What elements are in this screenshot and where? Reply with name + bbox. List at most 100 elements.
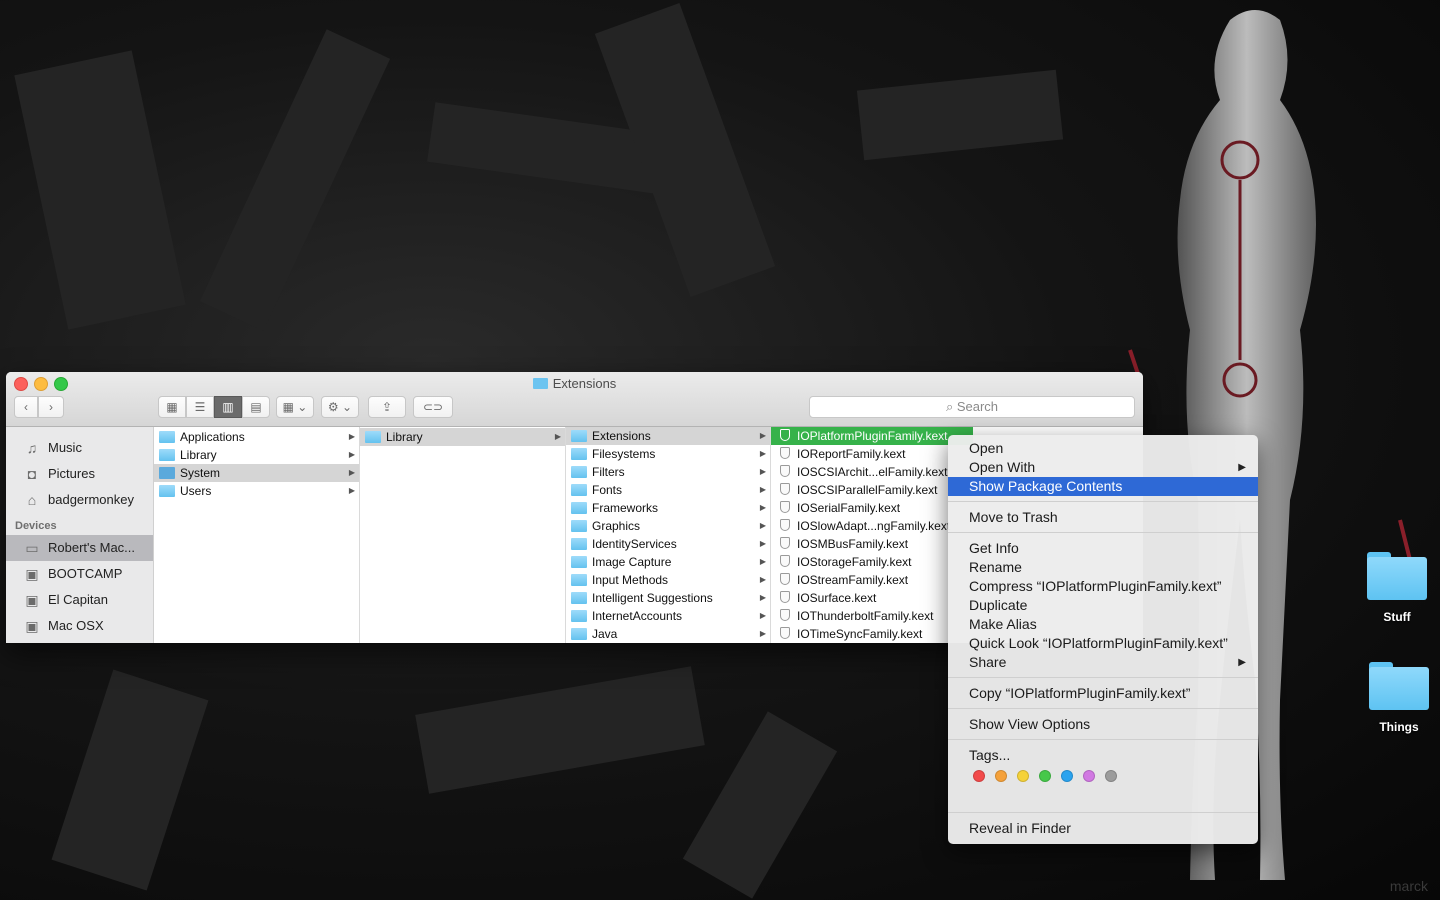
chevron-left-icon: ‹	[24, 400, 28, 414]
share-button[interactable]: ⇪	[368, 396, 406, 418]
list-item-users[interactable]: Users ▶	[154, 482, 359, 500]
view-columns-button[interactable]: ▥	[214, 396, 242, 418]
list-item-system[interactable]: System ▶	[154, 464, 359, 482]
item-label: Fonts	[592, 483, 623, 497]
grid-icon: ▦	[166, 400, 178, 414]
sidebar-item-el-capitan[interactable]: ▣ El Capitan	[6, 587, 153, 613]
menu-item-get-info[interactable]: Get Info	[948, 539, 1258, 558]
menu-item-share[interactable]: Share ▶	[948, 653, 1258, 672]
sidebar-item-bootcamp[interactable]: ▣ BOOTCAMP	[6, 561, 153, 587]
menu-item-compress[interactable]: Compress “IOPlatformPluginFamily.kext”	[948, 577, 1258, 596]
kext-icon	[780, 501, 790, 513]
menu-item-duplicate[interactable]: Duplicate	[948, 596, 1258, 615]
list-item[interactable]: Java ▶	[566, 625, 770, 643]
folder-icon	[571, 538, 587, 550]
disclosure-arrow-icon: ▶	[759, 503, 766, 512]
folder-icon	[571, 556, 587, 568]
share-icon: ⇪	[381, 400, 393, 414]
sidebar-item-home[interactable]: ⌂ badgermonkey	[6, 487, 153, 513]
list-item[interactable]: Intelligent Suggestions ▶	[566, 589, 770, 607]
arrange-button[interactable]: ▦ ⌄	[276, 396, 314, 418]
gear-icon: ⚙ ⌄	[327, 400, 353, 414]
item-label: IOStreamFamily.kext	[797, 573, 909, 587]
menu-item-tags[interactable]: Tags...	[948, 746, 1258, 765]
tag-orange[interactable]	[995, 770, 1007, 782]
item-label: IOPlatformPluginFamily.kext	[797, 429, 948, 443]
menu-item-reveal-in-finder[interactable]: Reveal in Finder	[948, 819, 1258, 838]
edit-tags-button[interactable]: ⊂⊃	[413, 396, 453, 418]
desktop-folder-stuff[interactable]: Stuff	[1357, 552, 1437, 624]
tag-blue[interactable]	[1061, 770, 1073, 782]
sidebar-section-devices: Devices	[15, 520, 57, 532]
menu-item-show-view-options[interactable]: Show View Options	[948, 715, 1258, 734]
tag-purple[interactable]	[1083, 770, 1095, 782]
list-item[interactable]: Filesystems ▶	[566, 445, 770, 463]
action-button[interactable]: ⚙ ⌄	[321, 396, 359, 418]
list-item[interactable]: Frameworks ▶	[566, 499, 770, 517]
list-item-extensions[interactable]: Extensions ▶	[566, 427, 770, 445]
menu-item-rename[interactable]: Rename	[948, 558, 1258, 577]
desktop-icon-label: Things	[1379, 720, 1419, 734]
kext-icon	[780, 537, 790, 549]
item-label: IOSerialFamily.kext	[797, 501, 901, 515]
tag-gray[interactable]	[1105, 770, 1117, 782]
view-list-button[interactable]: ☰	[186, 396, 214, 418]
kext-icon	[780, 627, 790, 639]
view-coverflow-button[interactable]: ▤	[242, 396, 270, 418]
sidebar-item-music[interactable]: ♫ Music	[6, 435, 153, 461]
menu-item-label: Share	[969, 654, 1007, 670]
menu-item-quick-look[interactable]: Quick Look “IOPlatformPluginFamily.kext”	[948, 634, 1258, 653]
list-item-library[interactable]: Library ▶	[360, 428, 565, 446]
window-titlebar: Extensions ‹ › ▦ ☰ ▥ ▤ ▦ ⌄ ⚙ ⌄ ⇪ ⊂⊃ ⌕ Se…	[6, 372, 1143, 427]
view-icons-button[interactable]: ▦	[158, 396, 186, 418]
item-label: Java	[592, 627, 618, 641]
disk-icon: ▣	[25, 566, 39, 582]
desktop-icon-label: Stuff	[1383, 610, 1411, 624]
menu-item-open[interactable]: Open	[948, 439, 1258, 458]
menu-item-make-alias[interactable]: Make Alias	[948, 615, 1258, 634]
list-item-library[interactable]: Library ▶	[154, 446, 359, 464]
tag-yellow[interactable]	[1017, 770, 1029, 782]
list-item-applications[interactable]: Applications ▶	[154, 428, 359, 446]
columns-icon: ▥	[222, 400, 234, 414]
list-item[interactable]: IdentityServices ▶	[566, 535, 770, 553]
item-label: Applications	[180, 430, 245, 444]
list-item[interactable]: Image Capture ▶	[566, 553, 770, 571]
browser-column-system: Library ▶	[360, 427, 566, 643]
list-item[interactable]: Fonts ▶	[566, 481, 770, 499]
list-icon: ☰	[194, 400, 206, 414]
item-label: IOThunderboltFamily.kext	[797, 609, 934, 623]
submenu-arrow-icon: ▶	[1238, 462, 1246, 473]
disclosure-arrow-icon: ▶	[348, 432, 355, 441]
list-item-ioplatformpluginfamily[interactable]: IOPlatformPluginFamily.kext	[771, 427, 973, 445]
sidebar-item-computer[interactable]: ▭ Robert's Mac...	[6, 535, 153, 561]
menu-item-show-package-contents[interactable]: Show Package Contents	[948, 477, 1258, 496]
list-item[interactable]: InternetAccounts ▶	[566, 607, 770, 625]
list-item[interactable]: Filters ▶	[566, 463, 770, 481]
disclosure-arrow-icon: ▶	[759, 521, 766, 530]
kext-icon	[780, 483, 790, 495]
menu-item-copy[interactable]: Copy “IOPlatformPluginFamily.kext”	[948, 684, 1258, 703]
kext-icon	[780, 519, 790, 531]
list-item[interactable]: Graphics ▶	[566, 517, 770, 535]
list-item[interactable]: Input Methods ▶	[566, 571, 770, 589]
music-icon: ♫	[26, 440, 38, 456]
menu-item-open-with[interactable]: Open With ▶	[948, 458, 1258, 477]
folder-icon	[571, 484, 587, 496]
sidebar-item-mac-osx[interactable]: ▣ Mac OSX	[6, 613, 153, 639]
tag-red[interactable]	[973, 770, 985, 782]
desktop-folder-things[interactable]: Things	[1359, 662, 1439, 734]
search-placeholder: Search	[956, 399, 999, 414]
item-label: Filters	[592, 465, 625, 479]
browser-column-root: Applications ▶ Library ▶ System ▶ Users ▶	[154, 427, 360, 643]
menu-item-move-to-trash[interactable]: Move to Trash	[948, 508, 1258, 527]
search-input[interactable]: ⌕ Search	[809, 396, 1135, 418]
context-menu: Open Open With ▶ Show Package Contents Mo…	[948, 435, 1258, 844]
kext-icon	[780, 591, 790, 603]
back-button[interactable]: ‹	[14, 396, 38, 418]
sidebar-item-pictures[interactable]: ◘ Pictures	[6, 461, 153, 487]
forward-button[interactable]: ›	[38, 396, 64, 418]
wallpaper-shape	[199, 29, 391, 331]
wallpaper-shape	[415, 666, 705, 794]
tag-green[interactable]	[1039, 770, 1051, 782]
